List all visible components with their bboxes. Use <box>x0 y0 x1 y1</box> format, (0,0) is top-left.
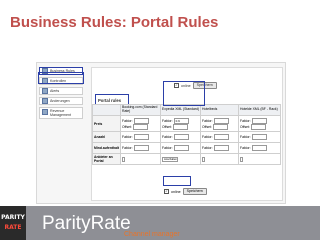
offset-input[interactable] <box>172 123 188 130</box>
offset-input[interactable] <box>250 123 266 130</box>
field-label: Faktor: <box>122 135 133 139</box>
factor-input[interactable] <box>213 145 229 151</box>
row-label: Anbieter an Portal <box>92 153 121 165</box>
field-label: Faktor: <box>240 146 251 150</box>
table-cell: Faktor: <box>200 142 239 154</box>
table-cell: Faktor: Offset: <box>238 115 281 132</box>
factor-input[interactable] <box>251 145 267 151</box>
table-cell: Faktor: <box>160 131 201 143</box>
table-header-row: Booking.com (Standard Rate) Expedia XML … <box>92 104 281 116</box>
table-cell: Anschalten <box>160 153 201 165</box>
table-row: Preis Faktor: Offset: Faktor: 0.9 Offset:… <box>92 115 281 132</box>
table-cell: Faktor: <box>160 142 201 154</box>
online-checkbox[interactable]: ✓ <box>164 189 169 194</box>
logo-line2: RATE <box>4 224 22 231</box>
provider-select[interactable]: Anschalten <box>162 156 178 162</box>
rules-table: Booking.com (Standard Rate) Expedia XML … <box>92 104 281 165</box>
table-header: Hotelbeds <box>200 104 239 116</box>
slide-title: Business Rules: Portal Rules <box>10 14 219 31</box>
field-label: Faktor: <box>162 135 173 139</box>
table-row: Mind.aufenthalt Faktor: Faktor: Faktor: … <box>92 142 281 154</box>
save-button-bottom[interactable]: Speichern <box>182 188 207 195</box>
alert-icon <box>42 88 48 94</box>
logo-line1: PARITY <box>1 214 25 221</box>
offset-input[interactable] <box>212 123 228 130</box>
field-label: Faktor: <box>162 146 173 150</box>
table-cell: Faktor: <box>238 131 281 143</box>
row-label: Preis <box>92 115 121 132</box>
offset-input[interactable] <box>132 123 148 130</box>
field-label: Faktor: <box>122 118 133 123</box>
table-header: Hotelde XML (BF - Rack) <box>238 104 281 116</box>
field-label: Faktor: <box>162 118 173 123</box>
table-cell <box>238 153 281 165</box>
table-cell <box>200 153 239 165</box>
bottom-save-bar: ✓ online Speichern <box>164 188 207 195</box>
row-label: Anzahl <box>92 131 121 143</box>
parityrate-logo: PARITY RATE <box>0 206 26 240</box>
table-row: Anzahl Faktor: Faktor: Faktor: Faktor: <box>92 131 281 143</box>
tagline: Channel manager <box>124 231 180 238</box>
highlight-sidebar <box>38 72 84 84</box>
table-cell: Faktor: <box>120 142 161 154</box>
row-label: Mind.aufenthalt <box>92 142 121 154</box>
brand-name: ParityRate <box>42 213 131 234</box>
field-label: Offset: <box>122 124 132 129</box>
table-cell: Faktor: 0.9 Offset: <box>160 115 201 132</box>
sidebar-item-label: Änderungen <box>50 99 70 103</box>
provider-select[interactable] <box>202 156 205 162</box>
chart-icon <box>42 109 48 115</box>
factor-input[interactable] <box>251 134 267 140</box>
field-label: Faktor: <box>122 146 133 150</box>
table-cell: Faktor: Offset: <box>200 115 239 132</box>
provider-select[interactable] <box>122 156 125 162</box>
table-header <box>92 104 121 116</box>
edit-icon <box>42 98 48 104</box>
field-label: Faktor: <box>240 118 251 123</box>
factor-input[interactable] <box>213 134 229 140</box>
factor-input[interactable] <box>173 145 189 151</box>
online-label: online <box>171 189 181 194</box>
factor-input[interactable] <box>133 134 149 140</box>
table-cell <box>120 153 161 165</box>
table-cell: Faktor: <box>200 131 239 143</box>
sidebar-item-aenderungen[interactable]: Änderungen <box>39 97 83 105</box>
sidebar-item-label: Alerts <box>50 89 60 93</box>
field-label: Faktor: <box>202 135 213 139</box>
field-label: Faktor: <box>202 146 213 150</box>
field-label: Faktor: <box>202 118 213 123</box>
factor-input[interactable] <box>133 145 149 151</box>
highlight-provider-select <box>163 176 191 186</box>
field-label: Offset: <box>240 124 250 129</box>
sidebar-item-alerts[interactable]: Alerts <box>39 87 83 95</box>
table-cell: Faktor: <box>120 131 161 143</box>
sidebar-item-revenue-management[interactable]: Revenue Management <box>39 107 83 119</box>
table-cell: Faktor: <box>238 142 281 154</box>
factor-input[interactable] <box>173 134 189 140</box>
field-label: Offset: <box>162 124 172 129</box>
footer-bar: PARITY RATE ParityRate Channel manager <box>0 206 320 240</box>
provider-select[interactable] <box>240 156 243 162</box>
highlight-expedia-column <box>163 81 205 106</box>
table-header: Booking.com (Standard Rate) <box>120 104 161 116</box>
table-row: Anbieter an Portal Anschalten <box>92 153 281 165</box>
table-cell: Faktor: Offset: <box>120 115 161 132</box>
field-label: Offset: <box>202 124 212 129</box>
table-header: Expedia XML (Standard) <box>160 104 201 116</box>
rules-table-wrap: Booking.com (Standard Rate) Expedia XML … <box>92 104 282 165</box>
field-label: Faktor: <box>240 135 251 139</box>
sidebar-item-label: Revenue Management <box>50 109 71 117</box>
